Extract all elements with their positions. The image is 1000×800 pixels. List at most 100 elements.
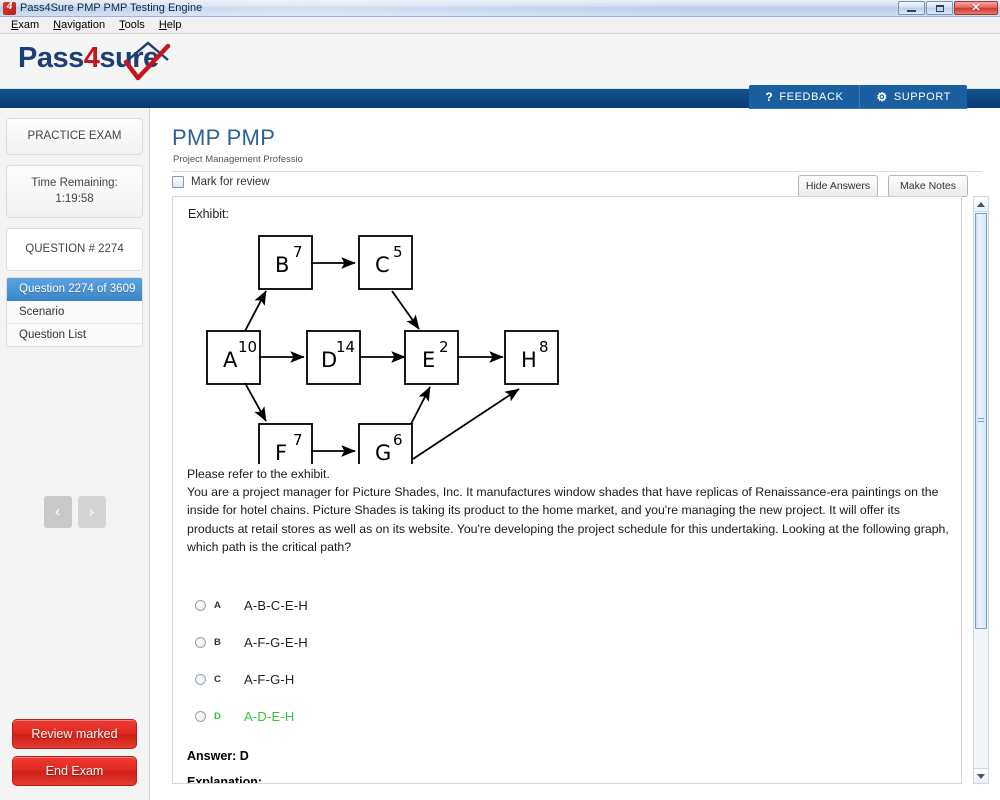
mark-for-review-row[interactable]: Mark for review: [172, 176, 270, 188]
bottom-strip: [150, 792, 1000, 800]
explanation-label: Explanation:: [187, 775, 263, 784]
maximize-button[interactable]: [926, 1, 953, 15]
maximize-icon: [935, 4, 944, 12]
sidebar-item-question[interactable]: Question 2274 of 3609: [7, 277, 142, 301]
content-actions: Hide Answers Make Notes: [798, 175, 968, 197]
page-title: PMP PMP: [172, 125, 276, 150]
node-label-b: B: [275, 253, 289, 277]
option-a-text: A-B-C-E-H: [244, 598, 308, 613]
logo-part1: Pass: [18, 42, 84, 74]
node-label-c: C: [375, 253, 390, 277]
option-c-text: A-F-G-H: [244, 672, 295, 687]
page-subtitle: Project Management Professiona: [173, 154, 303, 165]
option-b-text: A-F-G-E-H: [244, 635, 308, 650]
timer-label: Time Remaining:: [31, 176, 118, 189]
option-c-letter: C: [214, 674, 221, 685]
option-b[interactable]: B A-F-G-E-H: [195, 624, 895, 661]
node-label-e: E: [422, 348, 435, 372]
mark-for-review-label: Mark for review: [191, 176, 270, 188]
answer-label: Answer: D: [187, 749, 249, 763]
logo-accent: 4: [83, 42, 100, 74]
review-marked-button[interactable]: Review marked: [12, 719, 137, 749]
content-scrollbar[interactable]: [973, 196, 989, 784]
menu-help[interactable]: Help: [152, 18, 189, 32]
option-a-radio[interactable]: [195, 600, 206, 611]
question-card: Exhibit: A B C D E F G H 10 7 5 14 2 7 6…: [172, 196, 962, 784]
app-icon: [3, 1, 16, 15]
timer-panel: Time Remaining: 1:19:58: [6, 164, 143, 219]
question-nav-arrows: ‹ ›: [0, 496, 149, 528]
main-content: PMP PMP Project Management Professiona M…: [150, 108, 1000, 800]
option-b-radio[interactable]: [195, 637, 206, 648]
node-duration-h: 8: [539, 338, 549, 356]
node-label-f: F: [275, 441, 287, 464]
window-controls: ✕: [898, 1, 998, 15]
scroll-up-button[interactable]: [974, 197, 988, 212]
close-button[interactable]: ✕: [954, 1, 998, 15]
option-d-radio[interactable]: [195, 711, 206, 722]
node-duration-a: 10: [238, 338, 257, 356]
minimize-button[interactable]: [898, 1, 925, 15]
option-c[interactable]: C A-F-G-H: [195, 661, 895, 698]
logo-part2: sure: [99, 42, 159, 74]
scroll-down-button[interactable]: [974, 768, 988, 783]
node-label-g: G: [375, 441, 391, 464]
top-actions: ? FEEDBACK ⚙ SUPPORT: [749, 85, 967, 109]
exam-mode-panel: PRACTICE EXAM: [6, 118, 143, 155]
feedback-button[interactable]: ? FEEDBACK: [749, 85, 859, 109]
node-duration-c: 5: [393, 243, 403, 261]
sidebar-item-question-list[interactable]: Question List: [7, 323, 142, 346]
option-c-radio[interactable]: [195, 674, 206, 685]
option-d-text: A-D-E-H: [244, 709, 295, 724]
next-question-button[interactable]: ›: [77, 496, 106, 528]
menu-bar: Exam Navigation Tools Help: [0, 17, 1000, 34]
menu-tools[interactable]: Tools: [112, 18, 152, 32]
node-duration-f: 7: [293, 431, 303, 449]
option-a[interactable]: A A-B-C-E-H: [195, 587, 895, 624]
feedback-label: FEEDBACK: [779, 91, 844, 103]
node-duration-g: 6: [393, 431, 403, 449]
node-label-h: H: [521, 348, 537, 372]
sidebar: PRACTICE EXAM Time Remaining: 1:19:58 QU…: [0, 108, 150, 800]
previous-question-button[interactable]: ‹: [43, 496, 72, 528]
timer-value: 1:19:58: [55, 193, 94, 206]
window-title: Pass4Sure PMP PMP Testing Engine: [20, 2, 203, 14]
brand-band: Pass4sure: [0, 34, 1000, 89]
minimize-icon: [907, 9, 916, 12]
option-a-letter: A: [214, 600, 221, 611]
question-mark-icon: ?: [765, 90, 774, 104]
node-label-d: D: [321, 348, 337, 372]
support-label: SUPPORT: [893, 91, 951, 103]
menu-exam[interactable]: Exam: [4, 18, 46, 32]
header-divider: [172, 171, 982, 172]
up-arrow-icon: [977, 201, 985, 207]
mark-for-review-checkbox[interactable]: [172, 176, 184, 188]
node-duration-b: 7: [293, 243, 303, 261]
node-duration-d: 14: [336, 338, 355, 356]
answer-options: A A-B-C-E-H B A-F-G-E-H C A-F-G-H D A-D-…: [195, 587, 895, 735]
sidebar-item-scenario[interactable]: Scenario: [7, 300, 142, 324]
node-label-a: A: [223, 348, 238, 372]
support-button[interactable]: ⚙ SUPPORT: [859, 85, 967, 109]
application-window: Pass4Sure PMP PMP Testing Engine ✕ Exam …: [0, 0, 1000, 800]
option-b-letter: B: [214, 637, 221, 648]
make-notes-button[interactable]: Make Notes: [888, 175, 968, 197]
hide-answers-button[interactable]: Hide Answers: [798, 175, 878, 197]
down-arrow-icon: [977, 773, 985, 779]
option-d-letter: D: [214, 711, 221, 722]
network-diagram: A B C D E F G H 10 7 5 14 2 7 6 8: [206, 235, 559, 464]
app-logo: Pass4sure: [18, 42, 159, 75]
scrollbar-grip-icon: [978, 418, 984, 424]
question-text: Please refer to the exhibit. You are a pr…: [187, 467, 949, 554]
option-d[interactable]: D A-D-E-H: [195, 698, 895, 735]
sidebar-footer: Review marked End Exam: [0, 719, 149, 786]
close-icon: ✕: [971, 1, 981, 14]
sidebar-nav-list: Question 2274 of 3609 Scenario Question …: [6, 276, 143, 347]
question-number-panel: QUESTION # 2274: [6, 228, 143, 271]
window-titlebar: Pass4Sure PMP PMP Testing Engine ✕: [0, 0, 1000, 17]
scrollbar-thumb[interactable]: [975, 213, 987, 629]
node-duration-e: 2: [439, 338, 449, 356]
menu-navigation[interactable]: Navigation: [46, 18, 112, 32]
gear-icon: ⚙: [876, 90, 888, 104]
end-exam-button[interactable]: End Exam: [12, 756, 137, 786]
